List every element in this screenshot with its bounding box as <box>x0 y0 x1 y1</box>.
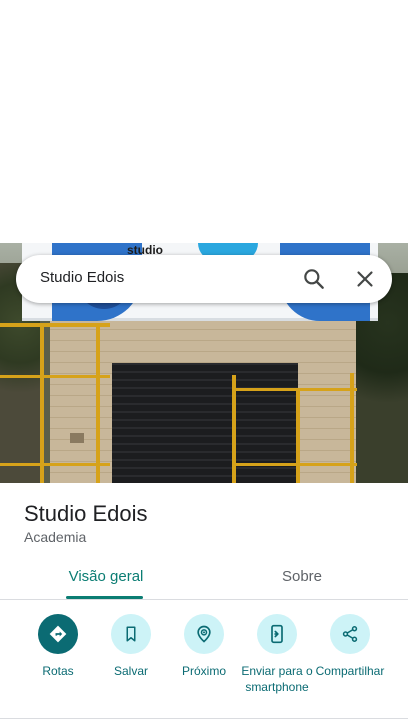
photo-wall-light <box>70 433 84 443</box>
send-to-phone-label: Enviar para o smartphone <box>241 664 313 694</box>
send-to-phone-icon <box>271 624 283 644</box>
nearby-icon <box>197 625 211 643</box>
search-input[interactable]: Studio Edois <box>40 269 124 286</box>
actions-divider <box>0 718 408 719</box>
directions-icon <box>49 625 67 643</box>
directions-label: Rotas <box>42 664 74 678</box>
save-label: Salvar <box>113 664 148 678</box>
map-blank-area <box>0 0 408 243</box>
send-to-phone-button[interactable]: Enviar para o smartphone <box>237 614 317 695</box>
place-category[interactable]: Academia <box>24 529 86 545</box>
tab-about[interactable]: Sobre <box>262 568 342 600</box>
search-bar[interactable]: Studio Edois <box>16 255 392 303</box>
nearby-button[interactable]: Próximo <box>164 614 244 679</box>
save-button[interactable]: Salvar <box>91 614 171 679</box>
share-icon <box>342 626 358 642</box>
search-icon <box>304 269 324 289</box>
close-button[interactable] <box>352 266 378 292</box>
directions-button[interactable]: Rotas <box>18 614 98 679</box>
place-title: Studio Edois <box>24 501 148 526</box>
share-button[interactable]: Compartilhar <box>310 614 390 679</box>
search-button[interactable] <box>301 266 327 292</box>
bookmark-icon <box>126 626 136 642</box>
close-icon <box>357 271 373 287</box>
tabs-divider <box>0 599 408 600</box>
nearby-label: Próximo <box>181 664 226 678</box>
share-label: Compartilhar <box>315 664 385 678</box>
